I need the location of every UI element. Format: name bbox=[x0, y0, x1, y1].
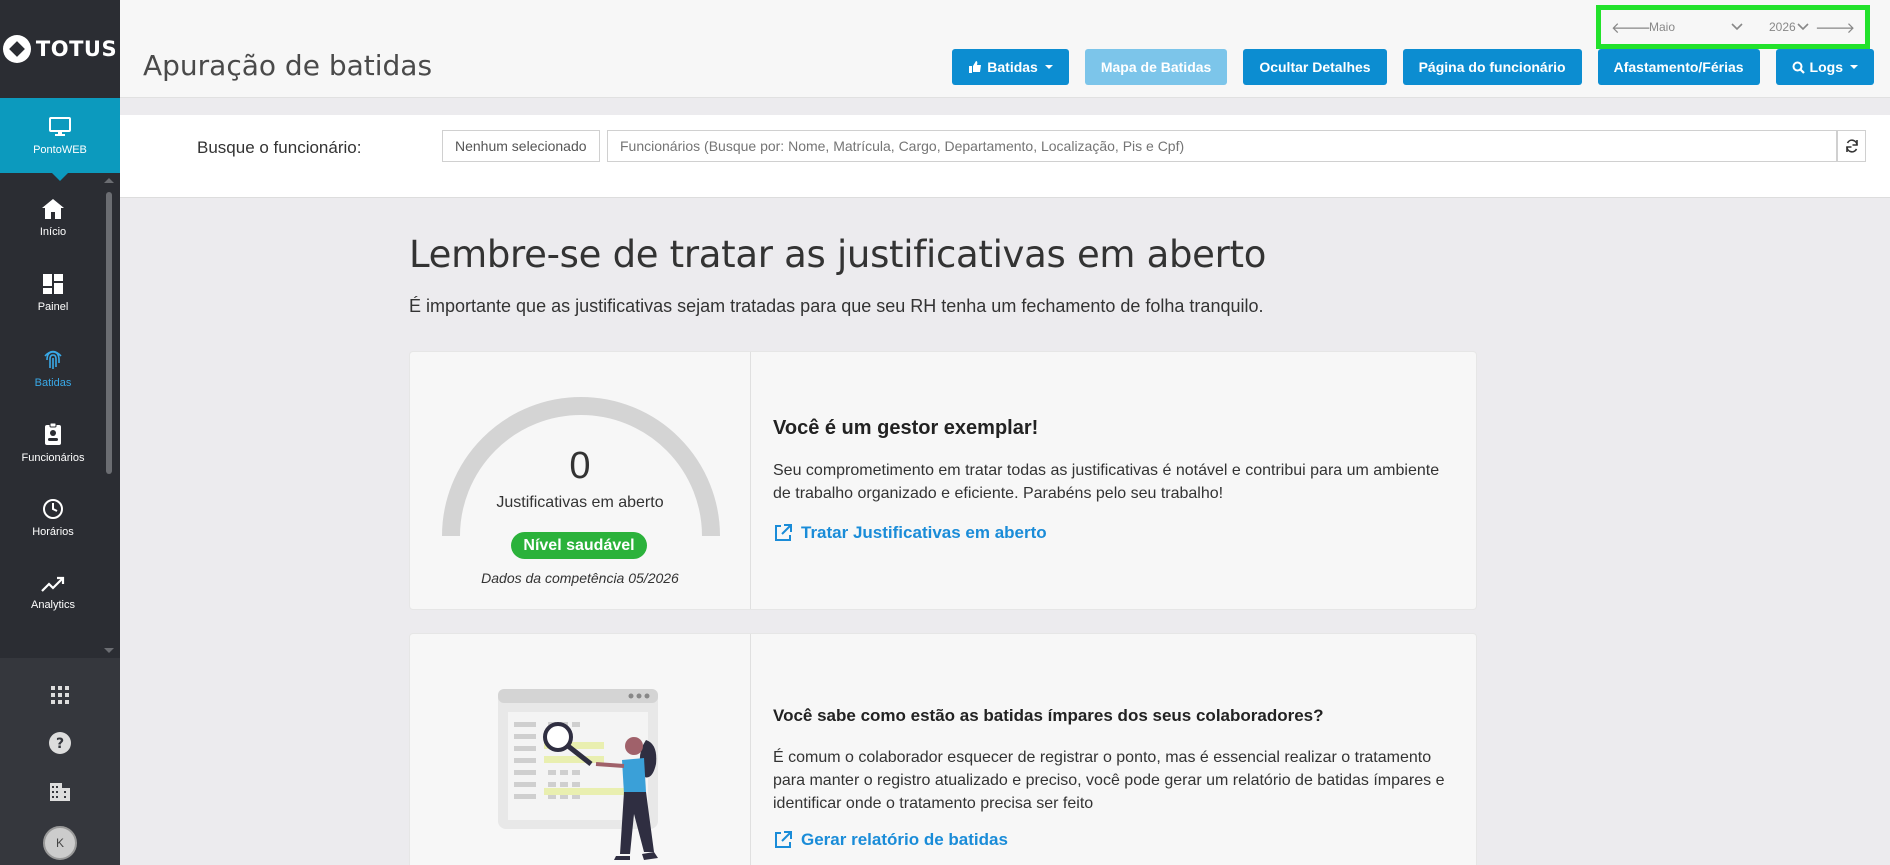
batidas-button-label: Batidas bbox=[987, 59, 1038, 75]
logo-mark-icon bbox=[2, 35, 31, 63]
card2-heading: Você sabe como estão as batidas ímpares … bbox=[773, 706, 1324, 725]
svg-text:?: ? bbox=[56, 736, 64, 752]
reminder-subtitle: É importante que as justificativas sejam… bbox=[409, 296, 1264, 316]
month-select[interactable]: Maio bbox=[1635, 20, 1725, 34]
sidebar-item-painel[interactable]: Painel bbox=[0, 255, 106, 330]
user-avatar[interactable]: K bbox=[43, 826, 77, 860]
thumbs-up-icon bbox=[969, 61, 982, 73]
prev-month-arrow-icon[interactable]: 🡐 bbox=[1611, 18, 1651, 37]
dashboard-icon bbox=[43, 273, 63, 294]
refresh-button[interactable] bbox=[1837, 130, 1866, 162]
search-label: Busque o funcionário: bbox=[197, 138, 362, 157]
selected-employee[interactable]: Nenhum selecionado bbox=[442, 130, 600, 162]
sidebar-item-analytics[interactable]: Analytics bbox=[0, 555, 106, 630]
header-toolbar: Batidas Mapa de Batidas Ocultar Detalhes… bbox=[952, 49, 1874, 85]
pagina-funcionario-button[interactable]: Página do funcionário bbox=[1402, 49, 1582, 85]
sidebar: TOTUS PontoWEB Início Painel Batidas Fun… bbox=[0, 0, 120, 865]
logs-dropdown-button[interactable]: Logs bbox=[1775, 49, 1874, 85]
sidebar-scroll-up[interactable] bbox=[104, 178, 114, 183]
sidebar-item-label: Batidas bbox=[34, 376, 72, 389]
search-icon bbox=[1792, 61, 1805, 74]
external-link-icon bbox=[775, 831, 792, 848]
employee-search-bar: Busque o funcionário: Nenhum selecionado bbox=[120, 115, 1890, 198]
sidebar-item-label: Horários bbox=[32, 525, 74, 538]
logs-button-label: Logs bbox=[1809, 59, 1843, 75]
totvs-logo[interactable]: TOTUS bbox=[0, 0, 120, 98]
sidebar-item-batidas[interactable]: Batidas bbox=[0, 330, 106, 405]
page-header: Apuração de batidas 🡐 Maio 2026 🡒 Batida… bbox=[120, 0, 1890, 98]
caret-down-icon bbox=[1044, 65, 1053, 69]
link-label: Tratar Justificativas em aberto bbox=[801, 523, 1047, 542]
batidas-dropdown-button[interactable]: Batidas bbox=[952, 49, 1069, 85]
competence-note: Dados da competência 05/2026 bbox=[481, 570, 679, 586]
help-icon[interactable]: ? bbox=[48, 730, 72, 756]
external-link-icon bbox=[775, 524, 792, 541]
next-month-arrow-icon[interactable]: 🡒 bbox=[1815, 18, 1855, 37]
reminder-title: Lembre-se de tratar as justificativas em… bbox=[409, 233, 1267, 276]
gauge-value: 0 bbox=[569, 445, 591, 487]
report-illustration bbox=[498, 689, 658, 860]
gerar-relatorio-link[interactable]: Gerar relatório de batidas bbox=[773, 830, 1008, 850]
sidebar-footer: ? K bbox=[0, 658, 120, 865]
brand-name: TOTUS bbox=[35, 37, 118, 61]
odd-punches-card: Você sabe como estão as batidas ímpares … bbox=[409, 633, 1477, 865]
sidebar-scroll-down[interactable] bbox=[104, 648, 114, 653]
clock-icon bbox=[43, 498, 63, 519]
year-chevron-down-icon[interactable] bbox=[1791, 20, 1815, 34]
open-justifications-card: 0 Justificativas em aberto Nível saudáve… bbox=[409, 351, 1477, 610]
apps-grid-icon[interactable] bbox=[51, 682, 69, 708]
building-icon[interactable] bbox=[49, 778, 71, 804]
module-pontoweb[interactable]: PontoWEB bbox=[0, 98, 120, 181]
refresh-icon bbox=[1845, 139, 1858, 153]
sidebar-item-label: Painel bbox=[37, 300, 69, 313]
gauge-label: Justificativas em aberto bbox=[496, 494, 664, 511]
monitor-icon bbox=[49, 116, 71, 136]
sidebar-item-label: Analytics bbox=[30, 598, 76, 611]
sidebar-item-funcionarios[interactable]: Funcionários bbox=[0, 405, 106, 480]
sidebar-item-label: Funcionários bbox=[21, 451, 85, 464]
sidebar-item-horarios[interactable]: Horários bbox=[0, 480, 106, 555]
card2-text: É comum o colaborador esquecer de regist… bbox=[773, 749, 1445, 812]
sidebar-item-label: Início bbox=[39, 225, 67, 238]
badge-icon bbox=[45, 422, 61, 445]
health-status-badge: Nível saudável bbox=[511, 532, 647, 559]
month-chevron-down-icon[interactable] bbox=[1725, 20, 1749, 34]
mapa-de-batidas-button[interactable]: Mapa de Batidas bbox=[1084, 49, 1228, 85]
card1-heading: Você é um gestor exemplar! bbox=[773, 417, 1039, 439]
page-title: Apuração de batidas bbox=[143, 49, 433, 82]
sidebar-nav: Início Painel Batidas Funcionários Horár… bbox=[0, 180, 106, 650]
sidebar-item-inicio[interactable]: Início bbox=[0, 180, 106, 255]
fingerprint-icon bbox=[44, 350, 62, 369]
employee-search-input[interactable] bbox=[607, 130, 1837, 162]
sidebar-scrollbar[interactable] bbox=[106, 192, 112, 474]
tratar-justificativas-link[interactable]: Tratar Justificativas em aberto bbox=[773, 523, 1047, 543]
home-icon bbox=[42, 198, 64, 219]
card1-text: Seu comprometimento em tratar todas as j… bbox=[773, 462, 1440, 502]
afastamento-ferias-button[interactable]: Afastamento/Férias bbox=[1597, 49, 1760, 85]
link-label: Gerar relatório de batidas bbox=[801, 830, 1008, 849]
card-divider bbox=[750, 634, 751, 865]
module-label: PontoWEB bbox=[33, 143, 87, 156]
year-select[interactable]: 2026 bbox=[1757, 20, 1796, 34]
competence-selector: 🡐 Maio 2026 🡒 bbox=[1596, 5, 1870, 49]
ocultar-detalhes-button[interactable]: Ocultar Detalhes bbox=[1243, 49, 1387, 85]
card-divider bbox=[750, 352, 751, 609]
caret-down-icon bbox=[1850, 65, 1858, 69]
trending-up-icon bbox=[41, 576, 65, 592]
